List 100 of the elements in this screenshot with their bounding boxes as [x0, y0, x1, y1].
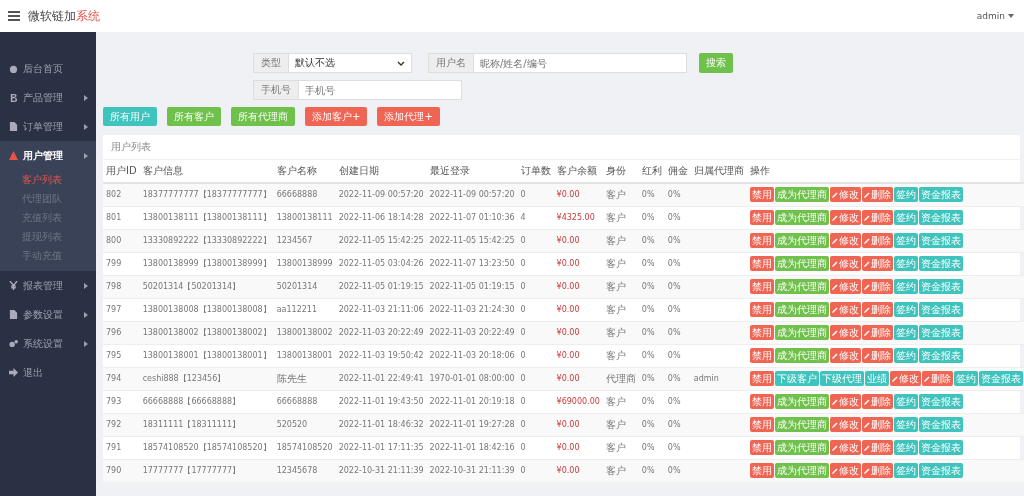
- action-button[interactable]: 下级代理: [819, 371, 864, 386]
- action-button[interactable]: 成为代理商: [774, 210, 829, 225]
- action-button[interactable]: 签约: [893, 440, 918, 455]
- action-button[interactable]: 签约: [893, 210, 918, 225]
- action-button[interactable]: 成为代理商: [774, 348, 829, 363]
- action-button[interactable]: 修改: [889, 371, 921, 386]
- search-button[interactable]: 搜索: [699, 53, 733, 73]
- action-button[interactable]: 禁用: [749, 256, 774, 271]
- menu-icon[interactable]: [8, 11, 20, 21]
- action-button[interactable]: 删除: [861, 187, 893, 203]
- action-button[interactable]: 修改: [829, 463, 861, 479]
- action-button[interactable]: 资金报表: [918, 394, 963, 409]
- action-button[interactable]: 资金报表: [918, 233, 963, 248]
- action-button[interactable]: 签约: [893, 325, 918, 340]
- action-button[interactable]: 资金报表: [978, 371, 1023, 386]
- action-button[interactable]: 禁用: [749, 348, 774, 363]
- action-button[interactable]: 删除: [861, 348, 893, 363]
- action-button[interactable]: 禁用: [749, 371, 774, 386]
- action-button[interactable]: 删除: [861, 210, 893, 225]
- action-button[interactable]: 成为代理商: [774, 279, 829, 294]
- action-button[interactable]: 删除: [861, 302, 893, 317]
- action-button[interactable]: 成为代理商: [774, 440, 829, 455]
- action-button[interactable]: 修改: [829, 187, 861, 203]
- action-button[interactable]: 资金报表: [918, 279, 963, 294]
- action-button[interactable]: 修改: [829, 440, 861, 455]
- action-button[interactable]: 删除: [861, 417, 893, 432]
- action-button[interactable]: 成为代理商: [774, 187, 829, 203]
- user-menu[interactable]: admin: [976, 11, 1014, 21]
- sidebar-item[interactable]: 用户管理: [0, 141, 96, 170]
- filter-button[interactable]: 添加代理+: [377, 107, 440, 126]
- action-button[interactable]: 签约: [893, 256, 918, 271]
- action-button[interactable]: 资金报表: [918, 417, 963, 432]
- action-button[interactable]: 修改: [829, 302, 861, 317]
- action-button[interactable]: 资金报表: [918, 325, 963, 340]
- action-button[interactable]: 成为代理商: [774, 302, 829, 317]
- action-button[interactable]: 禁用: [749, 417, 774, 432]
- action-button[interactable]: 删除: [861, 279, 893, 294]
- action-button[interactable]: 删除: [861, 394, 893, 409]
- action-button[interactable]: 删除: [861, 463, 893, 479]
- type-select[interactable]: 默认不选: [289, 53, 412, 73]
- action-button[interactable]: 资金报表: [918, 256, 963, 271]
- action-button[interactable]: 修改: [829, 279, 861, 294]
- action-button[interactable]: 签约: [893, 233, 918, 248]
- action-button[interactable]: 禁用: [749, 210, 774, 225]
- action-button[interactable]: 修改: [829, 210, 861, 225]
- action-button[interactable]: 资金报表: [918, 463, 963, 479]
- action-button[interactable]: 成为代理商: [774, 463, 829, 479]
- action-button[interactable]: 禁用: [749, 187, 774, 203]
- action-button[interactable]: 删除: [861, 256, 893, 271]
- action-button[interactable]: 修改: [829, 348, 861, 363]
- filter-button[interactable]: 所有客户: [167, 107, 221, 126]
- filter-button[interactable]: 所有代理商: [231, 107, 295, 126]
- username-field[interactable]: 昵称/姓名/编号: [474, 53, 687, 73]
- action-button[interactable]: 签约: [893, 348, 918, 363]
- filter-button[interactable]: 添加客户+: [305, 107, 368, 126]
- action-button[interactable]: 禁用: [749, 325, 774, 340]
- action-button[interactable]: 禁用: [749, 233, 774, 248]
- action-button[interactable]: 资金报表: [918, 187, 963, 203]
- action-button[interactable]: 签约: [893, 417, 918, 432]
- action-button[interactable]: 禁用: [749, 440, 774, 455]
- action-button[interactable]: 签约: [893, 394, 918, 409]
- sidebar-item[interactable]: 参数设置: [0, 300, 96, 329]
- sidebar-item[interactable]: 退出: [0, 358, 96, 387]
- action-button[interactable]: 删除: [861, 325, 893, 340]
- action-button[interactable]: 修改: [829, 256, 861, 271]
- action-button[interactable]: 成为代理商: [774, 325, 829, 340]
- action-button[interactable]: 资金报表: [918, 210, 963, 225]
- action-button[interactable]: 禁用: [749, 463, 774, 479]
- filter-button[interactable]: 所有用户: [103, 107, 157, 126]
- action-button[interactable]: 成为代理商: [774, 417, 829, 432]
- action-button[interactable]: 资金报表: [918, 348, 963, 363]
- sidebar-item[interactable]: 产品管理: [0, 83, 96, 112]
- submenu-item[interactable]: 客户列表: [0, 170, 96, 189]
- action-button[interactable]: 成为代理商: [774, 394, 829, 409]
- action-button[interactable]: 资金报表: [918, 440, 963, 455]
- action-button[interactable]: 修改: [829, 233, 861, 248]
- action-button[interactable]: 修改: [829, 325, 861, 340]
- action-button[interactable]: 删除: [861, 440, 893, 455]
- action-button[interactable]: 禁用: [749, 302, 774, 317]
- phone-field[interactable]: 手机号: [299, 80, 462, 100]
- action-button[interactable]: 删除: [861, 233, 893, 248]
- action-button[interactable]: 删除: [921, 371, 953, 386]
- action-button[interactable]: 业绩: [864, 371, 889, 386]
- action-button[interactable]: 资金报表: [918, 302, 963, 317]
- action-button[interactable]: 下级客户: [774, 371, 819, 386]
- sidebar-item[interactable]: 系统设置: [0, 329, 96, 358]
- action-button[interactable]: 禁用: [749, 279, 774, 294]
- action-button[interactable]: 签约: [893, 302, 918, 317]
- action-button[interactable]: 签约: [953, 371, 978, 386]
- action-button[interactable]: 签约: [893, 279, 918, 294]
- action-button[interactable]: 成为代理商: [774, 233, 829, 248]
- sidebar-item[interactable]: 后台首页: [0, 54, 96, 83]
- action-button[interactable]: 签约: [893, 187, 918, 203]
- action-button[interactable]: 修改: [829, 417, 861, 432]
- action-button[interactable]: 禁用: [749, 394, 774, 409]
- sidebar-item[interactable]: 报表管理: [0, 271, 96, 300]
- sidebar-item[interactable]: 订单管理: [0, 112, 96, 141]
- action-button[interactable]: 修改: [829, 394, 861, 409]
- action-button[interactable]: 成为代理商: [774, 256, 829, 271]
- action-button[interactable]: 签约: [893, 463, 918, 479]
